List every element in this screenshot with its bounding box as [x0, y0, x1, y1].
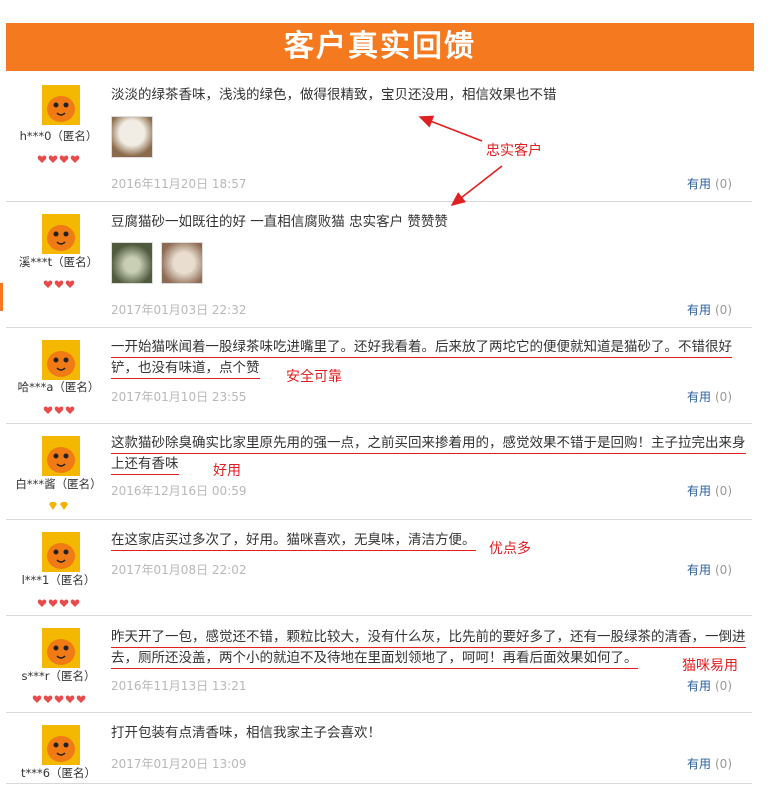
arrow-line — [450, 165, 503, 206]
annotation-label: 优点多 — [489, 541, 531, 557]
annotation-label: 猫咪易用 — [682, 658, 738, 674]
arrow-line — [418, 115, 483, 142]
annotation-label: 安全可靠 — [286, 369, 342, 385]
annotation-arrows — [418, 115, 503, 206]
annotation-label: 好用 — [213, 463, 241, 479]
annotation-label: 忠实客户 — [486, 143, 542, 159]
